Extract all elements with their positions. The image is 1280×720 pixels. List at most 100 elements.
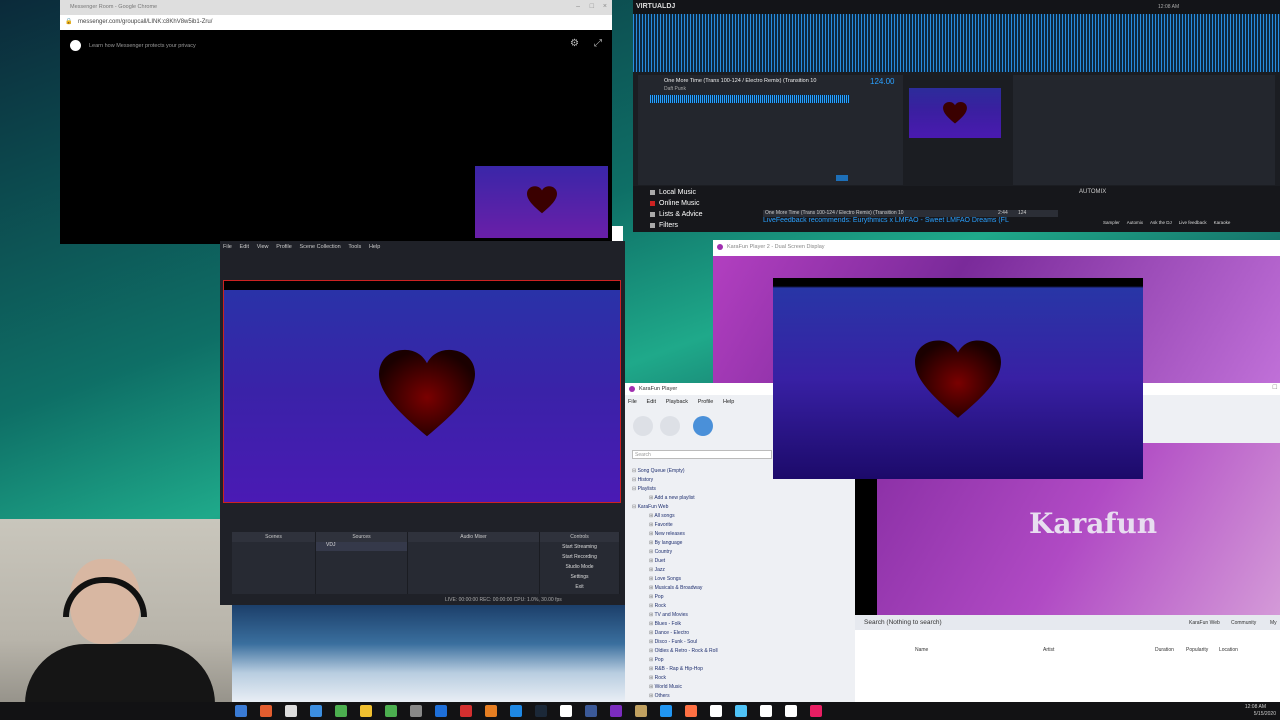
library-item[interactable]: ⊟ Playlists [632,485,842,494]
studio-mode-button[interactable]: Studio Mode [544,563,615,572]
library-item[interactable]: ⊞ Others [632,692,842,701]
taskbar-date[interactable]: 5/15/2020 [1254,711,1276,717]
column-popularity[interactable]: Popularity [1186,647,1208,653]
mail-icon[interactable] [309,705,322,717]
blender-icon[interactable] [484,705,497,717]
zoom-icon[interactable] [434,705,447,717]
karafun-icon[interactable] [809,705,822,717]
obs-preview[interactable] [223,280,621,503]
steam-icon[interactable] [534,705,547,717]
filter-community[interactable]: Community [1231,620,1256,626]
menu-edit[interactable]: Edit [647,399,656,405]
start-recording-button[interactable]: Start Recording [544,553,615,562]
menu-profile[interactable]: Profile [698,399,714,405]
library-item[interactable]: ⊞ Pop [632,593,842,602]
vdj-sidebar-live-feedback[interactable]: Live feedback [1179,220,1207,225]
filter-karafun-web[interactable]: KaraFun Web [1189,620,1220,626]
close-button[interactable]: □ [1273,384,1277,391]
library-item[interactable]: ⊞ Favorite [632,521,842,530]
library-item[interactable]: ⊞ World Music [632,683,842,692]
menu-scene-collection[interactable]: Scene Collection [299,244,340,250]
chrome-icon[interactable] [334,705,347,717]
library-item[interactable]: ⊞ By language [632,539,842,548]
library-item[interactable]: ⊞ All songs [632,512,842,521]
text-icon[interactable] [759,705,772,717]
vlc-icon[interactable] [559,705,572,717]
next-button[interactable] [660,416,680,436]
search-icon[interactable] [234,705,247,717]
vdj-folder-online-music[interactable]: Online Music [647,198,757,209]
library-item[interactable]: ⊞ TV and Movies [632,611,842,620]
vdj-sidebar-karaoke[interactable]: Karaoke [1214,220,1231,225]
play-button[interactable] [633,416,653,436]
volume-button[interactable] [693,416,713,436]
settings-icon[interactable] [284,705,297,717]
close-button[interactable]: × [603,3,607,10]
explorer-icon[interactable] [359,705,372,717]
play-button[interactable] [836,175,848,181]
column-location[interactable]: Location [1219,647,1238,653]
column-artist[interactable]: Artist [1043,647,1054,653]
firefox-icon[interactable] [259,705,272,717]
library-item[interactable]: ⊟ KaraFun Web [632,503,842,512]
vdj-folder-local-music[interactable]: Local Music [647,187,757,198]
library-item[interactable]: ⊞ Pop [632,656,842,665]
library-item[interactable]: ⊞ Blues - Folk [632,620,842,629]
taskbar-time[interactable]: 12:08 AM [1245,704,1266,710]
android-icon[interactable] [384,705,397,717]
mini-waveform[interactable] [650,95,850,103]
screen-recorder-icon[interactable] [459,705,472,717]
library-item[interactable]: ⊞ Rock [632,602,842,611]
library-item[interactable]: ⊞ Country [632,548,842,557]
menu-file[interactable]: File [223,244,232,250]
exit-button[interactable]: Exit [544,583,615,592]
library-item[interactable]: ⊞ Add a new playlist [632,494,842,503]
source-item[interactable]: VDJ [316,542,407,551]
filter-my[interactable]: My [1270,620,1277,626]
library-item[interactable]: ⊞ Dance - Electro [632,629,842,638]
search-input[interactable]: Search [632,450,772,459]
notepad-icon[interactable] [709,705,722,717]
vdj-sidebar-ask-dj[interactable]: Ask the DJ [1150,220,1172,225]
gear-icon[interactable]: ⚙ [570,38,579,49]
folder-icon[interactable] [634,705,647,717]
menu-file[interactable]: File [628,399,637,405]
library-item[interactable]: ⊞ Jazz [632,566,842,575]
menu-view[interactable]: View [257,244,269,250]
minimize-button[interactable]: – [576,3,580,10]
vdj-sidebar-sampler[interactable]: Sampler [1103,220,1120,225]
menu-playback[interactable]: Playback [666,399,688,405]
obs-icon[interactable] [409,705,422,717]
menu-edit[interactable]: Edit [240,244,249,250]
vdj-sidebar-automix[interactable]: Automix [1127,220,1143,225]
menu-profile[interactable]: Profile [276,244,292,250]
menu-help[interactable]: Help [369,244,380,250]
menu-tools[interactable]: Tools [348,244,361,250]
column-name[interactable]: Name [915,647,928,653]
library-item[interactable]: ⊞ Musicals & Broadway [632,584,842,593]
library-item[interactable]: ⊞ Rock [632,674,842,683]
settings-button[interactable]: Settings [544,573,615,582]
skype-icon[interactable] [659,705,672,717]
remote-desktop-icon[interactable] [734,705,747,717]
firefox-dev-icon[interactable] [684,705,697,717]
vdj-folder-lists-advice[interactable]: Lists & Advice [647,209,757,220]
playlist-row[interactable]: One More Time (Trans 100-124 / Electro R… [763,210,1058,217]
library-item[interactable]: ⊞ R&B - Rap & Hip-Hop [632,665,842,674]
vdj-waveform[interactable] [633,14,1280,72]
address-bar[interactable]: 🔒 messenger.com/groupcall/LINK:c8KhV8w5i… [60,15,612,30]
live-feedback-text[interactable]: LiveFeedback recommends: Eurythmics x LM… [763,217,1058,224]
teamviewer-icon[interactable] [509,705,522,717]
menu-help[interactable]: Help [723,399,734,405]
library-item[interactable]: ⊞ Love Songs [632,575,842,584]
library-item[interactable]: ⊞ New releases [632,530,842,539]
library-item[interactable]: ⊞ Duet [632,557,842,566]
column-duration[interactable]: Duration [1155,647,1174,653]
library-item[interactable]: ⊞ Oldies & Retro - Rock & Roll [632,647,842,656]
vdj-folder-filters[interactable]: Filters [647,220,757,231]
privacy-text[interactable]: Learn how Messenger protects your privac… [89,43,196,49]
messenger-icon[interactable] [584,705,597,717]
library-item[interactable]: ⊞ Disco - Funk - Soul [632,638,842,647]
start-streaming-button[interactable]: Start Streaming [544,543,615,552]
expand-icon[interactable]: ⤢ [594,38,602,49]
